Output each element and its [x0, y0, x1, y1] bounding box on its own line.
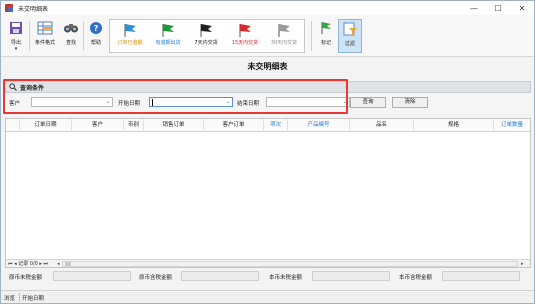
status-current-field: 开始日期 — [22, 296, 45, 302]
clear-button[interactable]: 清除 — [392, 97, 428, 108]
flag-label: 15天内交货 — [231, 40, 259, 46]
export-button[interactable]: 导出 ▾ — [4, 19, 28, 53]
flag-overdue-shipments[interactable]: 有逾期出货 — [149, 22, 187, 46]
toolbar-separator — [311, 21, 312, 51]
maximize-button[interactable]: ☐ — [486, 1, 510, 15]
column-header-order-qty[interactable]: 订单数量 — [494, 119, 530, 132]
condition-format-button[interactable]: 条件格式 — [31, 19, 59, 53]
window-title: 未交明细表 — [18, 5, 49, 13]
minimize-button[interactable]: — — [462, 1, 486, 15]
local-taxed-label: 原币含税金额 — [139, 275, 173, 281]
title-bar: 未交明细表 — ☐ ✕ — [1, 1, 534, 15]
column-header-spec[interactable]: 规格 — [414, 119, 494, 132]
flag-7-days[interactable]: 7天内交货 — [187, 22, 225, 46]
condition-format-label: 条件格式 — [34, 40, 55, 46]
toolbar-separator — [29, 21, 30, 51]
help-label: 帮助 — [90, 40, 101, 46]
base-untaxed-label: 本币未税金额 — [269, 275, 303, 281]
find-button[interactable]: 查找 — [59, 19, 83, 53]
column-header-sales-order[interactable]: 销售订单 — [144, 119, 204, 132]
green-flag-icon — [162, 24, 174, 37]
filter-button[interactable]: 过滤 — [338, 19, 362, 53]
mark-button[interactable]: 标记 — [314, 19, 338, 53]
mark-label: 标记 — [320, 40, 331, 46]
grid-footer: ⏮ ◂ 记录 0/0 ▸ ⏭ ◂ ▸ — [6, 259, 530, 267]
flag-label: 30天内交货 — [270, 40, 298, 46]
scroll-right-icon[interactable]: ▸ — [521, 260, 524, 268]
close-button[interactable]: ✕ — [510, 1, 534, 15]
base-taxed-label: 本币含税金额 — [399, 275, 433, 281]
record-navigator[interactable]: ⏮ ◂ 记录 0/0 ▸ ⏭ — [8, 260, 48, 268]
flag-overdue-orders[interactable]: 订单已逾期 — [111, 22, 149, 46]
column-header-line-no[interactable]: 项次 — [264, 119, 288, 132]
blue-flag-icon — [124, 24, 136, 37]
help-icon: ? — [90, 22, 102, 34]
flag-mark-icon — [321, 22, 331, 34]
red-flag-icon — [239, 24, 251, 37]
base-untaxed-amount — [312, 271, 390, 281]
column-header-customer-order[interactable]: 客户订单 — [204, 119, 264, 132]
window-controls: — ☐ ✕ — [462, 1, 534, 15]
column-header-order-date[interactable]: 订单日期 — [20, 119, 72, 132]
totals-bar: 原币未税金额 原币含税金额 本币未税金额 本币含税金额 — [1, 269, 534, 283]
column-header-customer[interactable]: 客户 — [72, 119, 124, 132]
local-untaxed-label: 原币未税金额 — [9, 275, 43, 281]
gray-flag-icon — [278, 24, 290, 37]
help-button[interactable]: ? 帮助 — [84, 19, 108, 53]
data-grid[interactable]: 订单日期 客户 币别 销售订单 客户订单 项次 产品编号 品名 规格 订单数量 … — [5, 118, 531, 268]
report-title: 未交明细表 — [247, 62, 288, 71]
scrollbar-thumb[interactable] — [65, 262, 71, 266]
column-header-product-name[interactable]: 品名 — [350, 119, 414, 132]
grid-header: 订单日期 客户 币别 销售订单 客户订单 项次 产品编号 品名 规格 订单数量 — [6, 119, 530, 132]
flag-label: 订单已逾期 — [117, 40, 143, 46]
filter-label: 过滤 — [344, 41, 355, 47]
flag-15-days[interactable]: 15天内交货 — [226, 22, 264, 46]
flag-label: 有逾期出货 — [155, 40, 181, 46]
app-window: 未交明细表 — ☐ ✕ 导出 ▾ 条件格式 查找 ? 帮助 订单已逾期 有逾期出… — [0, 0, 535, 304]
app-icon — [5, 4, 13, 12]
filter-icon — [343, 22, 357, 36]
grid-format-icon — [37, 21, 53, 35]
status-separator — [19, 293, 20, 302]
svg-text:?: ? — [94, 24, 99, 33]
status-bar: 浏览 开始日期 — [1, 290, 534, 303]
flag-label: 7天内交货 — [194, 40, 218, 46]
base-taxed-amount — [442, 271, 520, 281]
scroll-left-icon[interactable]: ◂ — [57, 260, 60, 268]
column-header-currency[interactable]: 币别 — [124, 119, 144, 132]
local-taxed-amount — [181, 271, 259, 281]
highlight-annotation-box — [3, 79, 348, 114]
column-header-indicator[interactable] — [6, 119, 20, 132]
horizontal-scrollbar[interactable] — [62, 261, 518, 267]
delivery-status-legend: 订单已逾期 有逾期出货 7天内交货 15天内交货 30天内交货 — [109, 19, 305, 53]
binoculars-icon — [64, 24, 78, 33]
toolbar: 导出 ▾ 条件格式 查找 ? 帮助 订单已逾期 有逾期出货 7天内交货 15天内… — [1, 15, 534, 57]
flag-30-days[interactable]: 30天内交货 — [265, 22, 303, 46]
column-header-product-code[interactable]: 产品编号 — [288, 119, 350, 132]
export-dropdown-arrow[interactable]: ▾ — [4, 46, 28, 52]
search-button[interactable]: 查询 — [350, 97, 386, 108]
export-label: 导出 — [10, 40, 21, 46]
local-untaxed-amount — [53, 271, 131, 281]
status-mode: 浏览 — [4, 296, 16, 302]
black-flag-icon — [200, 24, 212, 37]
find-label: 查找 — [65, 40, 76, 46]
save-icon — [10, 22, 22, 34]
